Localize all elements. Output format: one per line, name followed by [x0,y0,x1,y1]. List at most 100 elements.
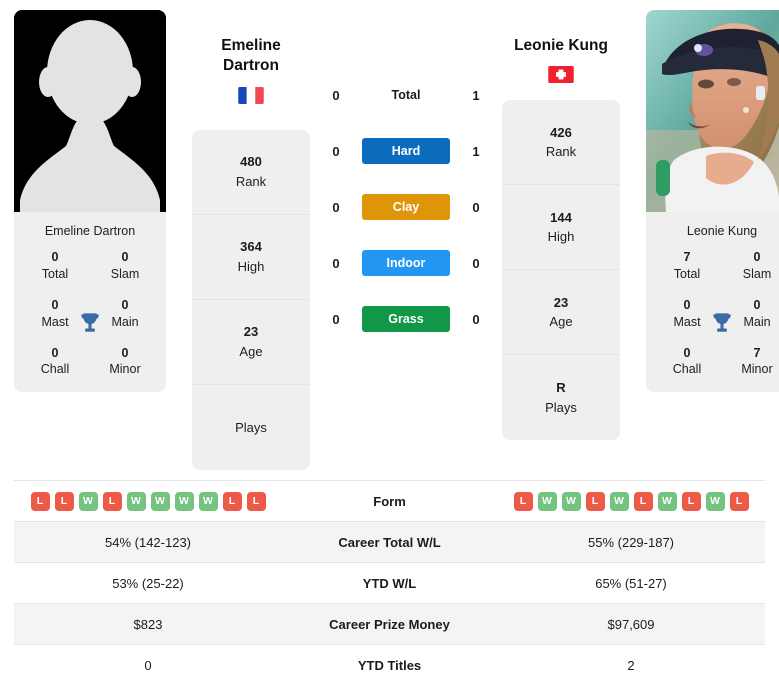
table-row: 53% (25-22) YTD W/L 65% (51-27) [14,562,765,604]
surface-row-hard: 0 Hard 1 [310,123,502,179]
form-badge-l[interactable]: L [633,491,653,511]
row-label: Form [373,493,406,509]
form-badge-l[interactable]: L [585,491,605,511]
info-cell-rank: 426 Rank [502,100,620,186]
form-badge-w[interactable]: W [705,491,725,511]
title-stat-value: 0 [121,250,129,264]
surface-titles-column: 0 Total 1 0 Hard 1 0 Clay 0 0 Indoor 0 0 [310,10,502,347]
comparison-header: Emeline Dartron 0 Total 0 Slam 0 Mast 0 … [0,0,779,480]
surface-row-clay: 0 Clay 0 [310,179,502,235]
surface-label-indoor: Indoor [362,249,450,277]
right-surface-value: 0 [472,199,480,215]
form-badge-l[interactable]: L [513,491,533,511]
row-label: YTD Titles [357,657,422,673]
title-stat-value: 7 [683,250,691,264]
left-surface-value: 0 [332,87,340,103]
right-player-info-column: Leonie Kung 426 Rank 144 High 23 Age R P… [502,10,620,441]
form-badge-l[interactable]: L [54,491,74,511]
info-cell-plays: Plays [192,385,310,470]
title-stat-label: Chall [672,362,702,377]
title-stat: 7 Total [652,249,722,283]
form-badge-l[interactable]: L [222,491,242,511]
row-label: YTD W/L [362,575,417,591]
flag-france-icon [238,86,264,104]
form-badge-w[interactable]: W [537,491,557,511]
right-player-titles-grid: 7 Total 0 Slam 0 Mast 0 Main 0 Chall 7 M… [646,249,779,393]
info-caption: Plays [235,419,267,435]
right-career-prize-money: $97,609 [607,616,655,632]
form-badge-w[interactable]: W [78,491,98,511]
title-stat: 0 Chall [20,345,90,379]
surface-row-grass: 0 Grass 0 [310,291,502,347]
left-surface-value: 0 [332,255,340,271]
left-player-photo [14,10,166,212]
form-badge-w[interactable]: W [126,491,146,511]
right-surface-value: 0 [472,311,480,327]
comparison-stats-table: LLWLWWWWLL Form LWWLWLWLWL 54% (142-123)… [14,480,765,686]
left-form-cell: LLWLWWWWLL [14,481,282,522]
title-stat-label: Chall [40,362,70,377]
title-stat: 7 Minor [722,345,779,379]
info-value: 364 [240,239,262,255]
info-caption: Age [239,343,263,359]
title-stat-value: 0 [683,345,691,360]
info-caption: Plays [545,399,577,415]
title-stat-value: 0 [51,250,59,264]
left-player-photo-card[interactable]: Emeline Dartron 0 Total 0 Slam 0 Mast 0 … [14,10,166,393]
trophy-icon [81,312,99,332]
title-stat-label: Total [41,266,69,281]
title-stat-label: Slam [742,266,772,281]
right-player-name-line1: Leonie Kung [514,37,608,54]
form-badge-l[interactable]: L [681,491,701,511]
info-caption: High [237,258,265,274]
flag-switzerland-icon [548,66,574,84]
form-badge-l[interactable]: L [102,491,122,511]
info-cell-high: 144 High [502,185,620,271]
info-caption: Rank [545,144,577,160]
player-portrait-image [646,10,779,212]
right-player-name-block: Leonie Kung [502,36,620,84]
info-cell-plays: R Plays [502,355,620,440]
title-stat: 0 Chall [652,345,722,379]
right-surface-value: 1 [472,87,480,103]
form-badge-l[interactable]: L [729,491,749,511]
title-stat-value: 7 [753,345,761,360]
form-badge-l[interactable]: L [246,491,266,511]
left-player-titles-grid: 0 Total 0 Slam 0 Mast 0 Main 0 Chall 0 M… [14,249,166,393]
right-player-photo-card[interactable]: Leonie Kung 7 Total 0 Slam 0 Mast 0 Main… [646,10,779,393]
right-ytd-titles: 2 [627,657,635,673]
left-ytd-titles: 0 [144,657,152,673]
left-ytd-wl: 53% (25-22) [112,575,184,591]
title-stat-value: 0 [121,345,129,360]
form-badge-w[interactable]: W [609,491,629,511]
player-comparison-page: Emeline Dartron 0 Total 0 Slam 0 Mast 0 … [0,0,779,699]
title-stat-label: Minor [741,362,773,377]
row-label: Career Prize Money [329,616,450,632]
trophy-icon [713,312,731,332]
title-stat: 0 Total [20,249,90,283]
info-cell-age: 23 Age [192,300,310,385]
title-stat-label: Total [673,266,701,281]
surface-label-total: Total [391,87,421,102]
right-surface-value: 1 [472,143,480,159]
form-badge-w[interactable]: W [561,491,581,511]
title-stat: 0 Minor [90,345,160,379]
table-row: LLWLWWWWLL Form LWWLWLWLWL [14,480,765,522]
right-form-badges: LWWLWLWLWL [497,491,765,511]
left-career-total-wl: 54% (142-123) [105,534,191,550]
table-row: 0 YTD Titles 2 [14,644,765,686]
surface-row-indoor: 0 Indoor 0 [310,235,502,291]
surface-label-clay: Clay [362,193,450,221]
info-value: 480 [240,154,262,170]
form-badge-w[interactable]: W [174,491,194,511]
form-badge-l[interactable]: L [30,491,50,511]
form-badge-w[interactable]: W [150,491,170,511]
surface-row-total: 0 Total 1 [310,67,502,123]
left-surface-value: 0 [332,311,340,327]
table-row: $823 Career Prize Money $97,609 [14,603,765,645]
info-value: 144 [550,209,572,225]
info-cell-age: 23 Age [502,270,620,356]
form-badge-w[interactable]: W [657,491,677,511]
surface-label-grass: Grass [362,305,450,333]
form-badge-w[interactable]: W [198,491,218,511]
